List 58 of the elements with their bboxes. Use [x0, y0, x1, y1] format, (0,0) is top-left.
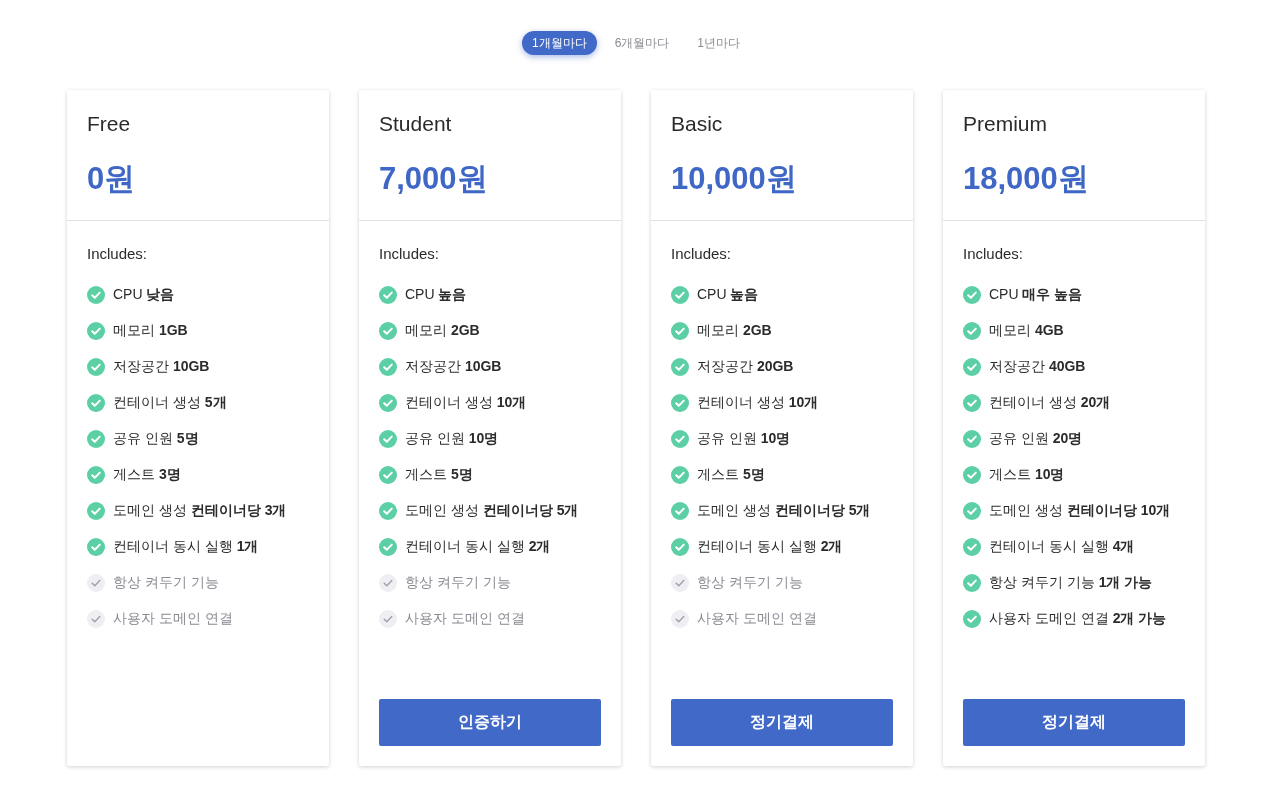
plan-price: 7,000원 [379, 160, 489, 198]
feature-text: 컨테이너 생성 10개 [405, 394, 527, 412]
feature-text: 컨테이너 생성 20개 [989, 394, 1111, 412]
feature-text: 도메인 생성 컨테이너당 5개 [697, 502, 871, 520]
includes-label: Includes: [671, 245, 733, 262]
plan-name: Student [379, 112, 453, 136]
feature-text: 사용자 도메인 연결 [405, 610, 525, 628]
feature-text: 저장공간 20GB [697, 358, 794, 376]
plan-price: 10,000원 [671, 160, 798, 198]
feature-text: 사용자 도메인 연결 [113, 610, 233, 628]
feature-text: 항상 켜두기 기능 1개 가능 [989, 574, 1153, 592]
feature-text: 컨테이너 동시 실행 2개 [405, 538, 551, 556]
billing-period-tab[interactable]: 6개월마다 [604, 31, 680, 55]
feature-text: 저장공간 40GB [989, 358, 1086, 376]
feature-text: 항상 켜두기 기능 [405, 574, 511, 592]
feature-text: CPU 낮음 [113, 286, 175, 304]
feature-text: CPU 높음 [697, 286, 759, 304]
feature-text: 메모리 2GB [405, 322, 480, 340]
feature-text: 저장공간 10GB [113, 358, 210, 376]
plan-button[interactable]: 인증하기 [379, 699, 601, 746]
plan-name: Free [87, 112, 132, 136]
feature-text: 컨테이너 동시 실행 2개 [697, 538, 843, 556]
feature-text: 공유 인원 5명 [113, 430, 199, 448]
billing-period-tab[interactable]: 1개월마다 [521, 31, 597, 55]
plan-price: 18,000원 [963, 160, 1090, 198]
includes-label: Includes: [87, 245, 149, 262]
plan-button[interactable]: 정기결제 [671, 699, 893, 746]
feature-text: 도메인 생성 컨테이너당 3개 [113, 502, 287, 520]
feature-text: 게스트 10명 [989, 466, 1065, 484]
feature-text: 게스트 5명 [697, 466, 765, 484]
includes-label: Includes: [379, 245, 441, 262]
plan-name: Premium [963, 112, 1048, 136]
billing-period-tab[interactable]: 1년마다 [687, 31, 751, 55]
feature-text: CPU 높음 [405, 286, 467, 304]
feature-text: CPU 매우 높음 [989, 286, 1083, 304]
feature-text: 컨테이너 생성 10개 [697, 394, 819, 412]
feature-text: 항상 켜두기 기능 [113, 574, 219, 592]
feature-text: 도메인 생성 컨테이너당 10개 [989, 502, 1171, 520]
feature-text: 컨테이너 생성 5개 [113, 394, 227, 412]
plan-price: 0원 [87, 160, 137, 198]
feature-text: 사용자 도메인 연결 2개 가능 [989, 610, 1167, 628]
feature-text: 컨테이너 동시 실행 1개 [113, 538, 259, 556]
feature-text: 사용자 도메인 연결 [697, 610, 817, 628]
feature-text: 공유 인원 20명 [989, 430, 1083, 448]
feature-text: 도메인 생성 컨테이너당 5개 [405, 502, 579, 520]
feature-text: 저장공간 10GB [405, 358, 502, 376]
feature-text: 컨테이너 동시 실행 4개 [989, 538, 1135, 556]
feature-text: 게스트 5명 [405, 466, 473, 484]
feature-text: 게스트 3명 [113, 466, 181, 484]
includes-label: Includes: [963, 245, 1025, 262]
plan-button[interactable]: 정기결제 [963, 699, 1185, 746]
feature-text: 메모리 4GB [989, 322, 1064, 340]
feature-text: 메모리 2GB [697, 322, 772, 340]
feature-text: 공유 인원 10명 [697, 430, 791, 448]
feature-text: 공유 인원 10명 [405, 430, 499, 448]
feature-text: 항상 켜두기 기능 [697, 574, 803, 592]
plan-name: Basic [671, 112, 724, 136]
feature-text: 메모리 1GB [113, 322, 188, 340]
